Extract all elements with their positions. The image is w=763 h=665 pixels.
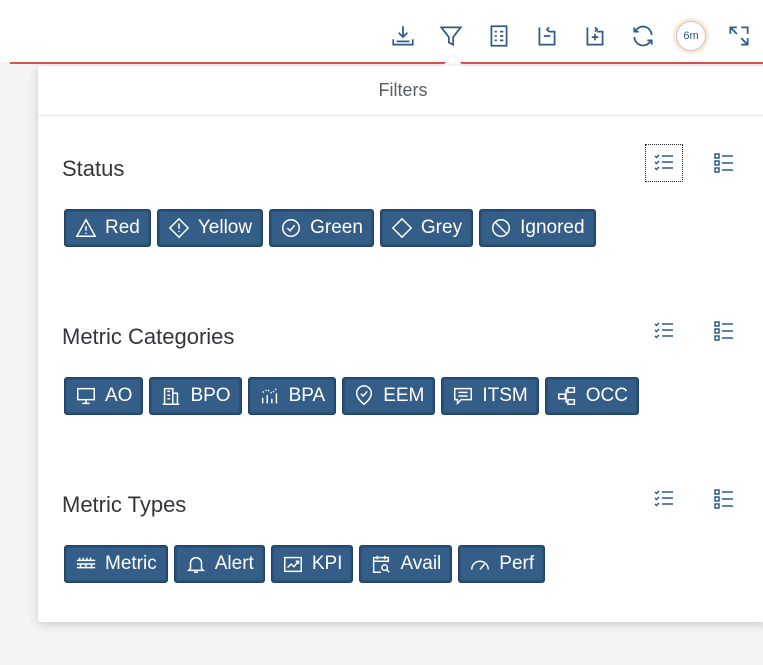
chip-label: Green xyxy=(310,217,363,238)
chip-label: Yellow xyxy=(197,217,253,238)
chip-label: ITSM xyxy=(482,385,528,406)
expand-all-button[interactable] xyxy=(571,18,619,54)
chip-ao[interactable]: AO xyxy=(64,377,144,415)
download-button[interactable] xyxy=(379,18,427,54)
filter-icon xyxy=(439,26,463,47)
checklist-icon xyxy=(654,322,673,339)
chip-metric[interactable]: Metric xyxy=(64,545,168,583)
category-chips: AO BPO BPA EEM ITSM OCC xyxy=(64,377,639,415)
toolbar: 6m xyxy=(379,18,763,54)
chip-label: EEM xyxy=(383,385,425,406)
chip-label: Ignored xyxy=(520,217,585,238)
download-icon xyxy=(392,26,414,46)
building-icon xyxy=(163,387,180,405)
chip-yellow[interactable]: Yellow xyxy=(156,209,264,247)
deselect-all-button[interactable] xyxy=(702,479,746,519)
checklist-icon xyxy=(645,144,683,182)
deselect-all-button[interactable] xyxy=(702,311,746,351)
select-all-button[interactable] xyxy=(642,479,686,519)
status-chips: Red Yellow Green Grey Ignored xyxy=(64,209,596,247)
chip-ignored[interactable]: Ignored xyxy=(479,209,596,247)
select-all-button[interactable] xyxy=(642,311,686,351)
list-icon xyxy=(714,489,733,509)
list-icon xyxy=(714,153,733,173)
speedometer-icon xyxy=(471,560,490,570)
chip-bpo[interactable]: BPO xyxy=(149,377,242,415)
monitor-icon xyxy=(77,387,95,405)
expand-all-icon xyxy=(586,26,604,46)
chip-label: OCC xyxy=(585,385,628,406)
gauge-bars-icon xyxy=(76,557,96,569)
diamond-icon xyxy=(391,217,413,239)
diamond-warning-icon xyxy=(168,217,190,239)
top-toolbar-area: 6m xyxy=(0,0,763,62)
refresh-button[interactable] xyxy=(619,18,667,54)
chip-occ[interactable]: OCC xyxy=(544,377,639,415)
list-detail-icon xyxy=(490,25,508,47)
chip-label: Red xyxy=(105,217,140,238)
refresh-icon xyxy=(633,25,653,47)
chip-label: Avail xyxy=(400,553,442,574)
chip-bpa[interactable]: BPA xyxy=(247,377,337,415)
calendar-search-icon xyxy=(373,555,391,573)
section-actions xyxy=(642,479,746,519)
chip-label: Alert xyxy=(214,553,254,574)
chip-perf[interactable]: Perf xyxy=(458,545,546,583)
collapse-all-button[interactable] xyxy=(523,18,571,54)
fullscreen-button[interactable] xyxy=(715,18,763,54)
auto-refresh-timer-button[interactable]: 6m xyxy=(667,18,715,54)
list-icon xyxy=(714,321,733,341)
section-title: Metric Categories xyxy=(62,324,235,349)
accent-line xyxy=(10,62,763,64)
chip-label: AO xyxy=(105,385,133,406)
warning-icon xyxy=(75,218,97,237)
chart-dots-icon xyxy=(261,388,277,404)
deselect-all-button[interactable] xyxy=(702,143,746,183)
filter-button[interactable] xyxy=(427,18,475,54)
chip-label: BPA xyxy=(288,385,326,406)
list-detail-button[interactable] xyxy=(475,18,523,54)
section-title: Metric Types xyxy=(62,492,187,517)
chip-label: Perf xyxy=(499,553,535,574)
type-chips: Metric Alert KPI Avail Perf xyxy=(64,545,546,583)
chip-grey[interactable]: Grey xyxy=(379,209,474,247)
chip-green[interactable]: Green xyxy=(269,209,374,247)
chip-avail[interactable]: Avail xyxy=(359,545,453,583)
section-title: Status xyxy=(62,156,125,181)
chip-itsm[interactable]: ITSM xyxy=(441,377,539,415)
chip-alert[interactable]: Alert xyxy=(173,545,265,583)
chip-label: BPO xyxy=(190,385,231,406)
fullscreen-icon xyxy=(729,26,749,46)
popover-title: Filters xyxy=(38,66,763,116)
check-circle-icon xyxy=(282,219,301,237)
collapse-all-icon xyxy=(538,26,556,46)
message-icon xyxy=(454,387,473,406)
chip-label: KPI xyxy=(311,553,343,574)
checklist-icon xyxy=(654,490,673,507)
chip-eem[interactable]: EEM xyxy=(342,377,436,415)
chip-label: Grey xyxy=(420,217,463,238)
network-icon xyxy=(557,387,575,405)
filters-popover: Filters Status Red Yellow Green Grey Ign… xyxy=(38,66,763,622)
chip-label: Metric xyxy=(105,553,157,574)
shield-check-icon xyxy=(356,385,373,406)
kpi-chart-icon xyxy=(283,556,302,573)
ban-icon xyxy=(492,219,511,237)
chip-kpi[interactable]: KPI xyxy=(270,545,354,583)
section-actions xyxy=(642,143,746,183)
select-all-button[interactable] xyxy=(642,143,686,183)
chip-red[interactable]: Red xyxy=(64,209,151,247)
section-actions xyxy=(642,311,746,351)
bell-icon xyxy=(186,556,205,573)
timer-icon: 6m xyxy=(676,21,706,51)
